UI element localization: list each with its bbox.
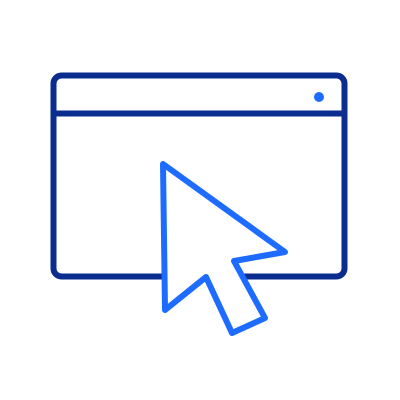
cursor-arrow [160,161,288,336]
window-title-bar-dot [314,92,324,102]
browser-window-cursor-icon [50,72,348,336]
mouse-cursor-icon [160,161,288,336]
icon-canvas [0,0,400,400]
